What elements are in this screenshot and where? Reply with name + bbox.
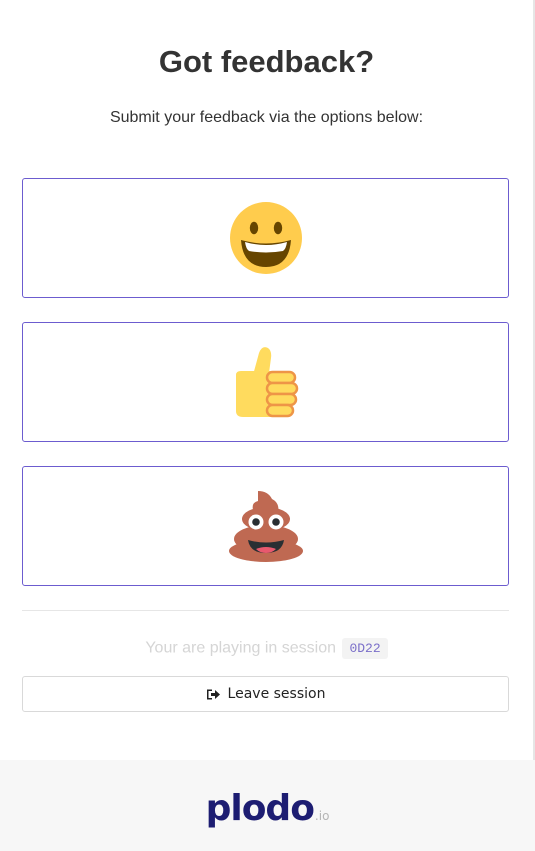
session-info-text: Your are playing in session	[145, 639, 336, 657]
feedback-option-happy-button[interactable]	[22, 178, 509, 298]
feedback-option-poo-button[interactable]	[22, 466, 509, 586]
sign-out-icon	[206, 688, 221, 701]
session-info: Your are playing in session 0D22	[0, 638, 533, 659]
session-code-badge: 0D22	[342, 638, 388, 659]
thumbs-up-emoji-icon	[235, 347, 298, 418]
leave-session-label: Leave session	[227, 686, 326, 702]
page: Got feedback? Submit your feedback via t…	[0, 0, 535, 851]
feedback-option-thumbs-up-button[interactable]	[22, 322, 509, 442]
main-content: Got feedback? Submit your feedback via t…	[0, 0, 533, 760]
plodo-logo[interactable]: plodo.io	[0, 788, 535, 829]
leave-session-button[interactable]: Leave session	[22, 676, 509, 712]
logo-suffix: .io	[314, 809, 330, 823]
pile-of-poo-emoji-icon	[228, 491, 303, 562]
grinning-face-emoji-icon	[229, 202, 302, 274]
footer: plodo.io	[0, 760, 535, 851]
logo-text: plodo	[205, 788, 315, 829]
page-title: Got feedback?	[158, 44, 375, 79]
page-subtitle: Submit your feedback via the options bel…	[109, 109, 424, 126]
divider	[22, 610, 509, 611]
